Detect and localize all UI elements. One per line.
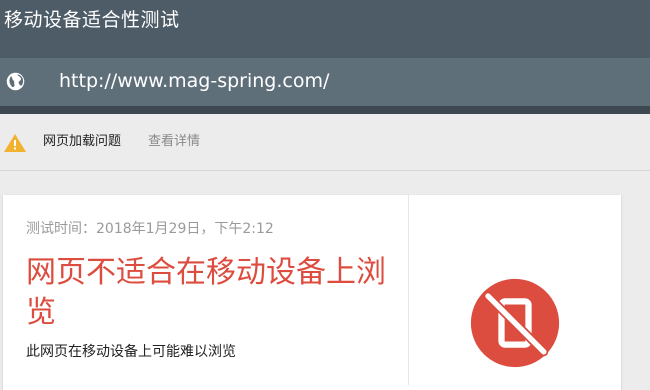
page-title: 移动设备适合性测试	[4, 9, 180, 31]
card-divider	[408, 195, 409, 385]
page-loading-issues-label: 网页加载问题	[43, 134, 122, 149]
globe-icon	[6, 72, 25, 91]
warning-icon	[4, 134, 26, 152]
not-mobile-friendly-icon	[470, 278, 560, 368]
url-field[interactable]: http://www.mag-spring.com/	[59, 69, 329, 93]
result-heading: 网页不适合在移动设备上浏览	[26, 255, 386, 330]
result-description: 此网页在移动设备上可能难以浏览	[26, 344, 236, 360]
view-details-link[interactable]: 查看详情	[148, 133, 200, 151]
header-shadow	[0, 106, 650, 114]
test-timestamp: 测试时间：2018年1月29日，下午2:12	[26, 221, 274, 237]
